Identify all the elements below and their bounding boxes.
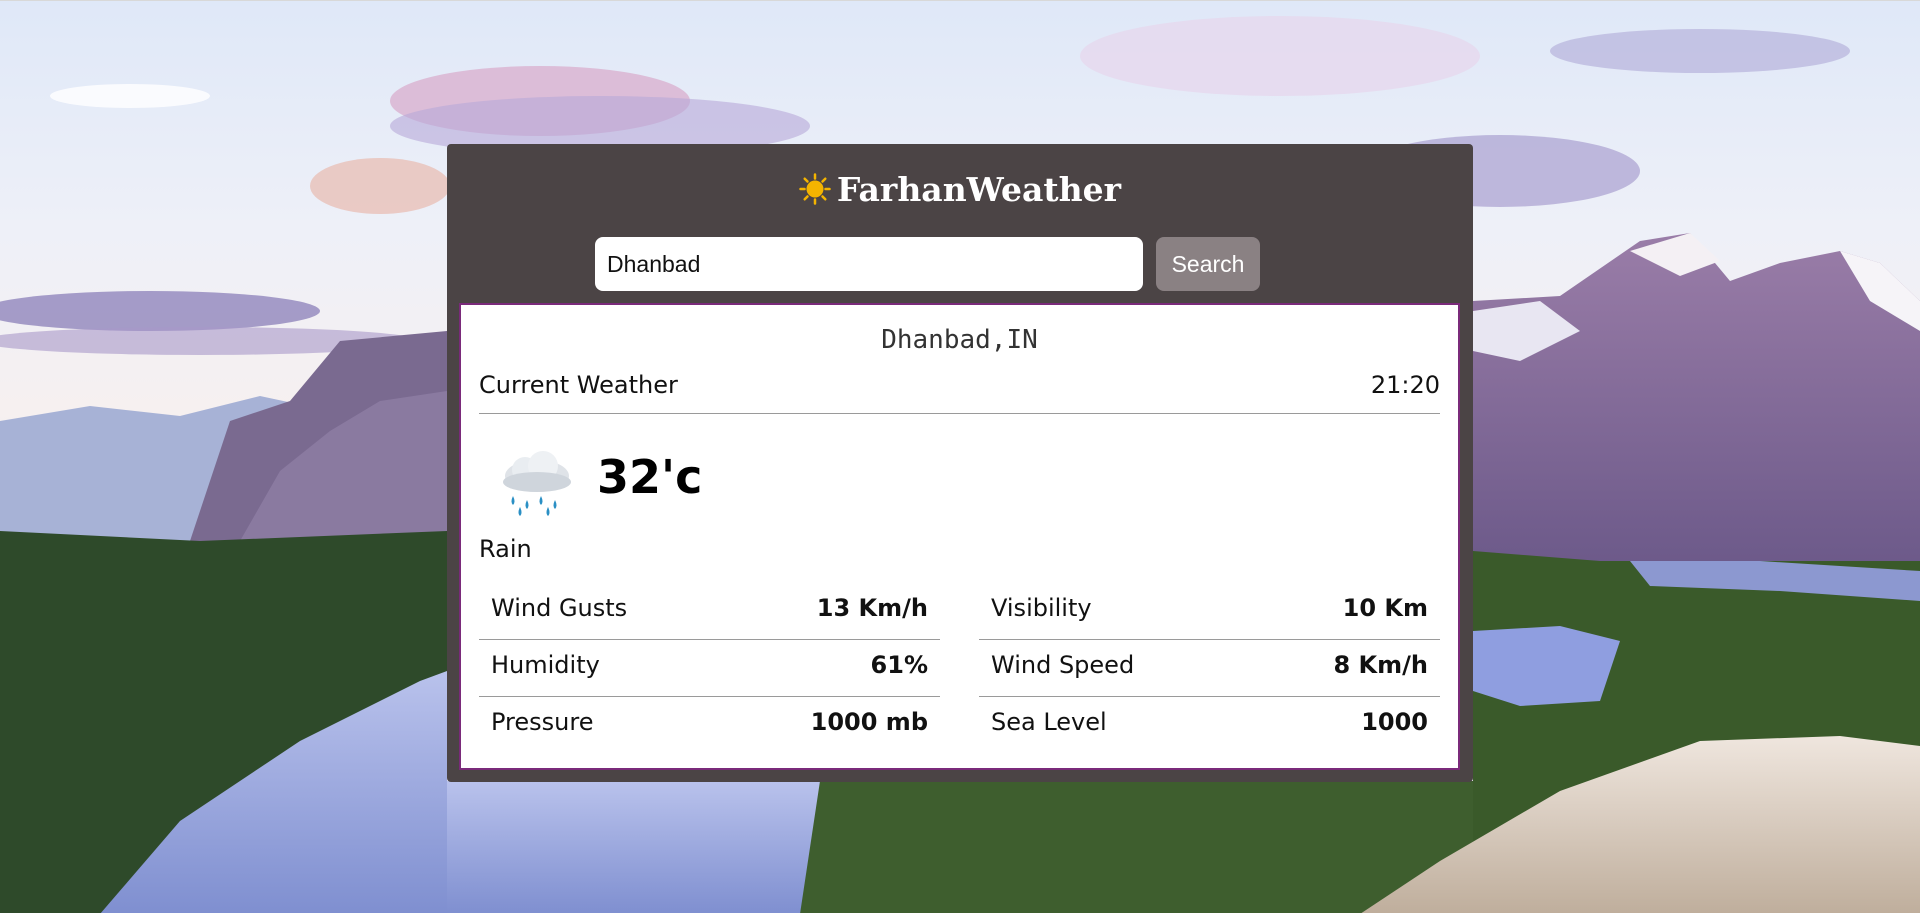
- weather-panel: Dhanbad,IN Current Weather 21:20 32'c Ra…: [459, 303, 1460, 770]
- weather-card: FarhanWeather Search Dhanbad,IN Current …: [447, 144, 1473, 782]
- stat-value: 61%: [870, 651, 928, 679]
- stat-wind-gusts: Wind Gusts 13 Km/h: [479, 583, 940, 640]
- temperature: 32'c: [597, 450, 703, 504]
- stat-label: Visibility: [991, 594, 1092, 622]
- sun-icon: [799, 173, 831, 205]
- stat-wind-speed: Wind Speed 8 Km/h: [979, 640, 1440, 697]
- condition-label: Rain: [479, 535, 532, 563]
- search-button[interactable]: Search: [1156, 237, 1260, 291]
- stat-sea-level: Sea Level 1000: [979, 697, 1440, 753]
- background-landscape: FarhanWeather Search Dhanbad,IN Current …: [0, 0, 1920, 913]
- section-label: Current Weather: [479, 371, 678, 399]
- time-label: 21:20: [1370, 371, 1440, 399]
- stat-label: Sea Level: [991, 708, 1107, 736]
- stat-humidity: Humidity 61%: [479, 640, 940, 697]
- stat-visibility: Visibility 10 Km: [979, 583, 1440, 640]
- rain-cloud-icon: [499, 450, 575, 520]
- stat-label: Wind Gusts: [491, 594, 628, 622]
- stat-value: 13 Km/h: [816, 594, 928, 622]
- stat-value: 1000: [1361, 708, 1428, 736]
- stat-label: Humidity: [491, 651, 600, 679]
- stat-value: 8 Km/h: [1333, 651, 1428, 679]
- stat-label: Wind Speed: [991, 651, 1135, 679]
- location-label: Dhanbad,IN: [881, 325, 1038, 355]
- stat-label: Pressure: [491, 708, 594, 736]
- search-input[interactable]: [595, 237, 1143, 291]
- stat-value: 10 Km: [1342, 594, 1428, 622]
- stats-left-column: Wind Gusts 13 Km/h Humidity 61% Pressure…: [479, 583, 940, 753]
- current-weather-header: Current Weather 21:20: [479, 371, 1440, 414]
- app-title: FarhanWeather: [836, 170, 1122, 209]
- stat-pressure: Pressure 1000 mb: [479, 697, 940, 753]
- app-brand: FarhanWeather: [447, 170, 1473, 210]
- stat-value: 1000 mb: [810, 708, 928, 736]
- stats-right-column: Visibility 10 Km Wind Speed 8 Km/h Sea L…: [979, 583, 1440, 753]
